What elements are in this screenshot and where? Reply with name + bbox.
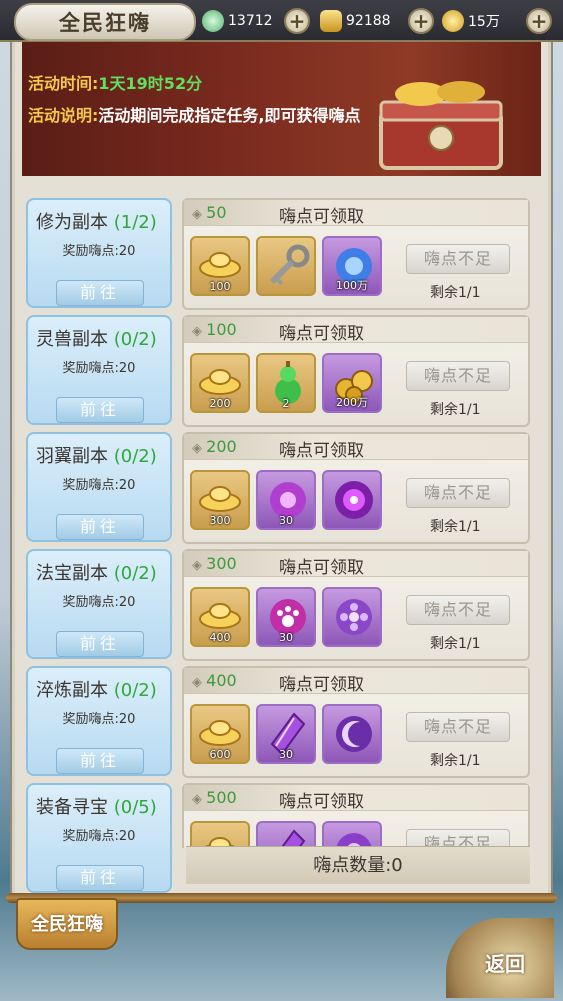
task-reward: 奖励嗨点:20 (62, 595, 136, 610)
insufficient-points-button[interactable]: 嗨点不足 (406, 595, 510, 625)
remaining-count: 剩余1/1 (430, 753, 481, 769)
insufficient-points-button[interactable]: 嗨点不足 (406, 712, 510, 742)
purple-glow-icon[interactable] (322, 470, 382, 530)
gold-ingot-icon[interactable]: 300 (190, 470, 250, 530)
back-label: 返回 (485, 951, 525, 976)
task-progress: (0/2) (113, 446, 157, 467)
task-card: 修为副本 (1/2) 奖励嗨点:20 前往 (26, 198, 172, 308)
task-name: 羽翼副本 (36, 446, 108, 467)
reward-tier: 400 嗨点可领取 600 30 嗨点不足 剩余1/1 (182, 666, 530, 778)
event-time: 活动时间:1天19时52分 (28, 74, 203, 93)
gold-counter: 92188 (320, 10, 391, 32)
goto-button[interactable]: 前往 (56, 631, 144, 657)
task-name: 修为副本 (36, 212, 108, 233)
coin-icon (442, 10, 464, 32)
tier-claim-label: 嗨点可领取 (279, 324, 364, 344)
task-reward: 奖励嗨点:20 (62, 829, 136, 844)
purple-orb-icon[interactable] (322, 821, 382, 848)
task-name: 法宝副本 (36, 563, 108, 584)
tier-claim-label: 嗨点可领取 (279, 792, 364, 812)
tier-points: 50 (192, 203, 226, 222)
top-bar: 全民狂嗨 13712 + 92188 + 15万 + (0, 0, 563, 42)
goto-button[interactable]: 前往 (56, 514, 144, 540)
task-reward: 奖励嗨点:20 (62, 244, 136, 259)
gold-ingot-icon (320, 10, 342, 32)
reward-tier: 300 嗨点可领取 400 30 嗨点不足 剩余1/1 (182, 549, 530, 661)
task-reward: 奖励嗨点:20 (62, 478, 136, 493)
add-coin-button[interactable]: + (526, 8, 552, 34)
task-progress: (1/2) (113, 212, 157, 233)
blue-orb-icon[interactable]: 100万 (322, 236, 382, 296)
page-title: 全民狂嗨 (14, 3, 196, 41)
tier-points: 400 (192, 671, 237, 690)
jade-icon (202, 10, 224, 32)
tier-points: 100 (192, 320, 237, 339)
purple-crystal-icon[interactable] (256, 821, 316, 848)
gold-ingot-icon[interactable]: 100 (190, 236, 250, 296)
tier-claim-label: 嗨点可领取 (279, 558, 364, 578)
task-card: 羽翼副本 (0/2) 奖励嗨点:20 前往 (26, 432, 172, 542)
tier-points: 300 (192, 554, 237, 573)
task-progress: (0/2) (113, 680, 157, 701)
flower-orb-icon[interactable] (322, 587, 382, 647)
task-card: 装备寻宝 (0/5) 奖励嗨点:20 前往 (26, 783, 172, 893)
gold-ingot-icon[interactable] (190, 821, 250, 848)
tier-points: 500 (192, 788, 237, 807)
task-name: 灵兽副本 (36, 329, 108, 350)
purple-crystal-icon[interactable]: 30 (256, 704, 316, 764)
paw-orb-icon[interactable]: 30 (256, 587, 316, 647)
insufficient-points-button[interactable]: 嗨点不足 (406, 361, 510, 391)
goto-button[interactable]: 前往 (56, 280, 144, 306)
task-card: 灵兽副本 (0/2) 奖励嗨点:20 前往 (26, 315, 172, 425)
reward-tier: 500嗨点可领取 嗨点不足 (182, 783, 530, 848)
points-total: 嗨点数量:0 (186, 846, 530, 884)
remaining-count: 剩余1/1 (430, 519, 481, 535)
add-gold-button[interactable]: + (408, 8, 434, 34)
tab-quanmin-kuanghai[interactable]: 全民狂嗨 (16, 898, 118, 950)
tier-claim-label: 嗨点可领取 (279, 675, 364, 695)
gold-ingot-icon[interactable]: 600 (190, 704, 250, 764)
key-icon[interactable] (256, 236, 316, 296)
task-card: 淬炼副本 (0/2) 奖励嗨点:20 前往 (26, 666, 172, 776)
coin-counter: 15万 (442, 10, 500, 32)
reward-tier-list[interactable]: 50 嗨点可领取 100 100万 嗨点不足 剩余1/1 100 嗨点可领取 200… (182, 198, 530, 848)
remaining-count: 剩余1/1 (430, 636, 481, 652)
tier-claim-label: 嗨点可领取 (279, 207, 364, 227)
tier-claim-label: 嗨点可领取 (279, 441, 364, 461)
purple-orb-icon[interactable]: 30 (256, 470, 316, 530)
goto-button[interactable]: 前往 (56, 865, 144, 891)
task-progress: (0/2) (113, 563, 157, 584)
task-progress: (0/2) (113, 329, 157, 350)
moon-orb-icon[interactable] (322, 704, 382, 764)
tier-points: 200 (192, 437, 237, 456)
event-banner: 活动时间:1天19时52分 活动说明:活动期间完成指定任务,即可获得嗨点 (22, 42, 541, 176)
reward-tier: 200 嗨点可领取 300 30 嗨点不足 剩余1/1 (182, 432, 530, 544)
task-progress: (0/5) (113, 797, 157, 818)
add-jade-button[interactable]: + (284, 8, 310, 34)
task-name: 淬炼副本 (36, 680, 108, 701)
jade-counter: 13712 (202, 10, 273, 32)
task-reward: 奖励嗨点:20 (62, 712, 136, 727)
coins-icon[interactable]: 200万 (322, 353, 382, 413)
reward-tier: 100 嗨点可领取 200 2 200万 嗨点不足 剩余1/1 (182, 315, 530, 427)
gold-ingot-icon[interactable]: 200 (190, 353, 250, 413)
goto-button[interactable]: 前往 (56, 748, 144, 774)
task-name: 装备寻宝 (36, 797, 108, 818)
task-card: 法宝副本 (0/2) 奖励嗨点:20 前往 (26, 549, 172, 659)
remaining-count: 剩余1/1 (430, 285, 481, 301)
goto-button[interactable]: 前往 (56, 397, 144, 423)
reward-tier: 50 嗨点可领取 100 100万 嗨点不足 剩余1/1 (182, 198, 530, 310)
task-reward: 奖励嗨点:20 (62, 361, 136, 376)
green-gourd-icon[interactable]: 2 (256, 353, 316, 413)
remaining-count: 剩余1/1 (430, 402, 481, 418)
event-description: 活动说明:活动期间完成指定任务,即可获得嗨点 (28, 106, 361, 125)
treasure-chest-icon (379, 81, 503, 170)
gold-ingot-icon[interactable]: 400 (190, 587, 250, 647)
insufficient-points-button[interactable]: 嗨点不足 (406, 478, 510, 508)
insufficient-points-button[interactable]: 嗨点不足 (406, 244, 510, 274)
